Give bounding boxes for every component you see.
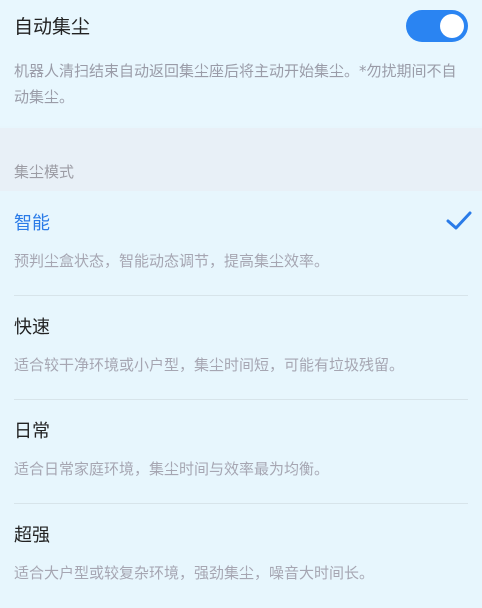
mode-option-smart[interactable]: 智能 预判尘盒状态，智能动态调节，提高集尘效率。 <box>0 192 482 296</box>
mode-option-label: 超强 <box>14 525 50 546</box>
checkmark-icon <box>446 211 472 230</box>
auto-dust-panel: 自动集尘 机器人清扫结束自动返回集尘座后将主动开始集尘。*勿扰期间不自动集尘。 <box>0 0 482 126</box>
auto-dust-description: 机器人清扫结束自动返回集尘座后将主动开始集尘。*勿扰期间不自动集尘。 <box>14 62 457 106</box>
auto-dust-title: 自动集尘 <box>14 16 91 38</box>
auto-dust-toggle[interactable] <box>406 10 468 42</box>
mode-option-description: 预判尘盒状态，智能动态调节，提高集尘效率。 <box>14 252 330 270</box>
mode-option-daily[interactable]: 日常 适合日常家庭环境，集尘时间与效率最为均衡。 <box>0 400 482 504</box>
mode-option-label: 智能 <box>14 213 50 234</box>
mode-section-header: 集尘模式 <box>0 128 482 191</box>
toggle-knob <box>440 14 464 38</box>
mode-option-description: 适合日常家庭环境，集尘时间与效率最为均衡。 <box>14 460 330 478</box>
mode-option-strong[interactable]: 超强 适合大户型或较复杂环境，强劲集尘，噪音大时间长。 <box>0 504 482 608</box>
mode-option-description: 适合较干净环境或小户型，集尘时间短，可能有垃圾残留。 <box>14 356 405 374</box>
mode-options-list: 智能 预判尘盒状态，智能动态调节，提高集尘效率。 快速 适合较干净环境或小户型，… <box>0 192 482 608</box>
mode-option-label: 快速 <box>14 317 50 338</box>
mode-option-description: 适合大户型或较复杂环境，强劲集尘，噪音大时间长。 <box>14 564 375 582</box>
auto-dust-row: 自动集尘 <box>14 8 468 46</box>
mode-section-label: 集尘模式 <box>14 163 75 181</box>
mode-option-fast[interactable]: 快速 适合较干净环境或小户型，集尘时间短，可能有垃圾残留。 <box>0 296 482 400</box>
mode-option-label: 日常 <box>14 421 50 442</box>
